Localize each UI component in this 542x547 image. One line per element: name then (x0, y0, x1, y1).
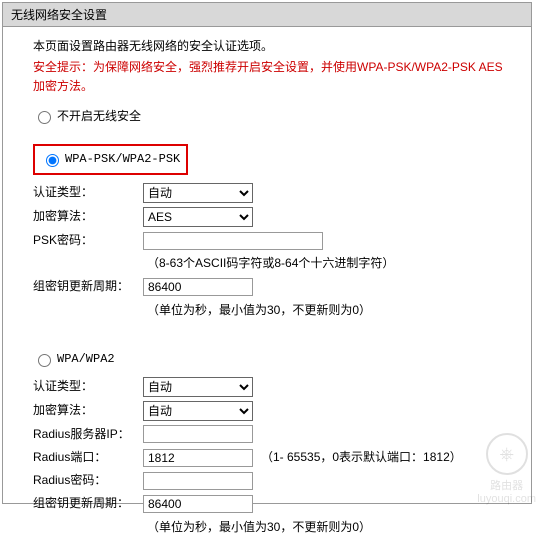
radio-wpa[interactable] (38, 354, 51, 367)
label-auth-type: 认证类型： (33, 183, 143, 202)
input-radius-port[interactable] (143, 449, 253, 467)
row-wpa-gk: 组密钥更新周期： (33, 494, 511, 513)
intro-text: 本页面设置路由器无线网络的安全认证选项。 (33, 37, 511, 56)
label-radius-port: Radius端口： (33, 448, 143, 467)
radio-wpapsk[interactable] (46, 154, 59, 167)
hint-wpa-gk: （单位为秒，最小值为30，不更新则为0） (147, 518, 511, 537)
radio-row-wpa: WPA/WPA2 (33, 350, 511, 369)
input-wpapsk-groupkey[interactable] (143, 278, 253, 296)
security-warning: 安全提示：为保障网络安全，强烈推荐开启安全设置，并使用WPA-PSK/WPA2-… (33, 58, 511, 96)
hint-radius-port: （1- 65535，0表示默认端口：1812） (261, 448, 462, 467)
row-radius-port: Radius端口： （1- 65535，0表示默认端口：1812） (33, 448, 511, 467)
row-wpapsk-gk: 组密钥更新周期： (33, 277, 511, 296)
input-psk-password[interactable] (143, 232, 323, 250)
label-enc-algo: 加密算法： (33, 207, 143, 226)
label-radius-ip: Radius服务器IP： (33, 425, 143, 444)
row-wpapsk-auth: 认证类型： 自动 (33, 183, 511, 203)
label-wpa-enc: 加密算法： (33, 401, 143, 420)
row-wpa-auth: 认证类型： 自动 (33, 377, 511, 397)
select-wpa-auth[interactable]: 自动 (143, 377, 253, 397)
input-wpa-groupkey[interactable] (143, 495, 253, 513)
radio-nosecurity[interactable] (38, 111, 51, 124)
settings-panel: 无线网络安全设置 本页面设置路由器无线网络的安全认证选项。 安全提示：为保障网络… (2, 2, 532, 504)
input-radius-ip[interactable] (143, 425, 253, 443)
select-wpapsk-auth[interactable]: 自动 (143, 183, 253, 203)
label-wpa-gk: 组密钥更新周期： (33, 494, 143, 513)
hint-wpapsk-gk: （单位为秒，最小值为30，不更新则为0） (147, 301, 511, 320)
highlight-wpapsk: WPA-PSK/WPA2-PSK (33, 144, 188, 175)
row-wpa-enc: 加密算法： 自动 (33, 401, 511, 421)
label-psk: PSK密码： (33, 231, 143, 250)
panel-title: 无线网络安全设置 (3, 3, 531, 27)
input-radius-pw[interactable] (143, 472, 253, 490)
row-radius-ip: Radius服务器IP： (33, 425, 511, 444)
row-radius-pw: Radius密码： (33, 471, 511, 490)
row-wpapsk-enc: 加密算法： AES (33, 207, 511, 227)
label-groupkey: 组密钥更新周期： (33, 277, 143, 296)
panel-body: 本页面设置路由器无线网络的安全认证选项。 安全提示：为保障网络安全，强烈推荐开启… (3, 27, 531, 547)
row-psk: PSK密码： (33, 231, 511, 250)
label-wpa-auth: 认证类型： (33, 377, 143, 396)
hint-psk: （8-63个ASCII码字符或8-64个十六进制字符） (147, 254, 511, 273)
radio-row-nosecurity: 不开启无线安全 (33, 107, 511, 126)
radio-nosecurity-label: 不开启无线安全 (57, 107, 141, 126)
select-wpapsk-enc[interactable]: AES (143, 207, 253, 227)
select-wpa-enc[interactable]: 自动 (143, 401, 253, 421)
label-radius-pw: Radius密码： (33, 471, 143, 490)
radio-wpapsk-label: WPA-PSK/WPA2-PSK (65, 150, 180, 169)
radio-wpa-label: WPA/WPA2 (57, 350, 115, 369)
